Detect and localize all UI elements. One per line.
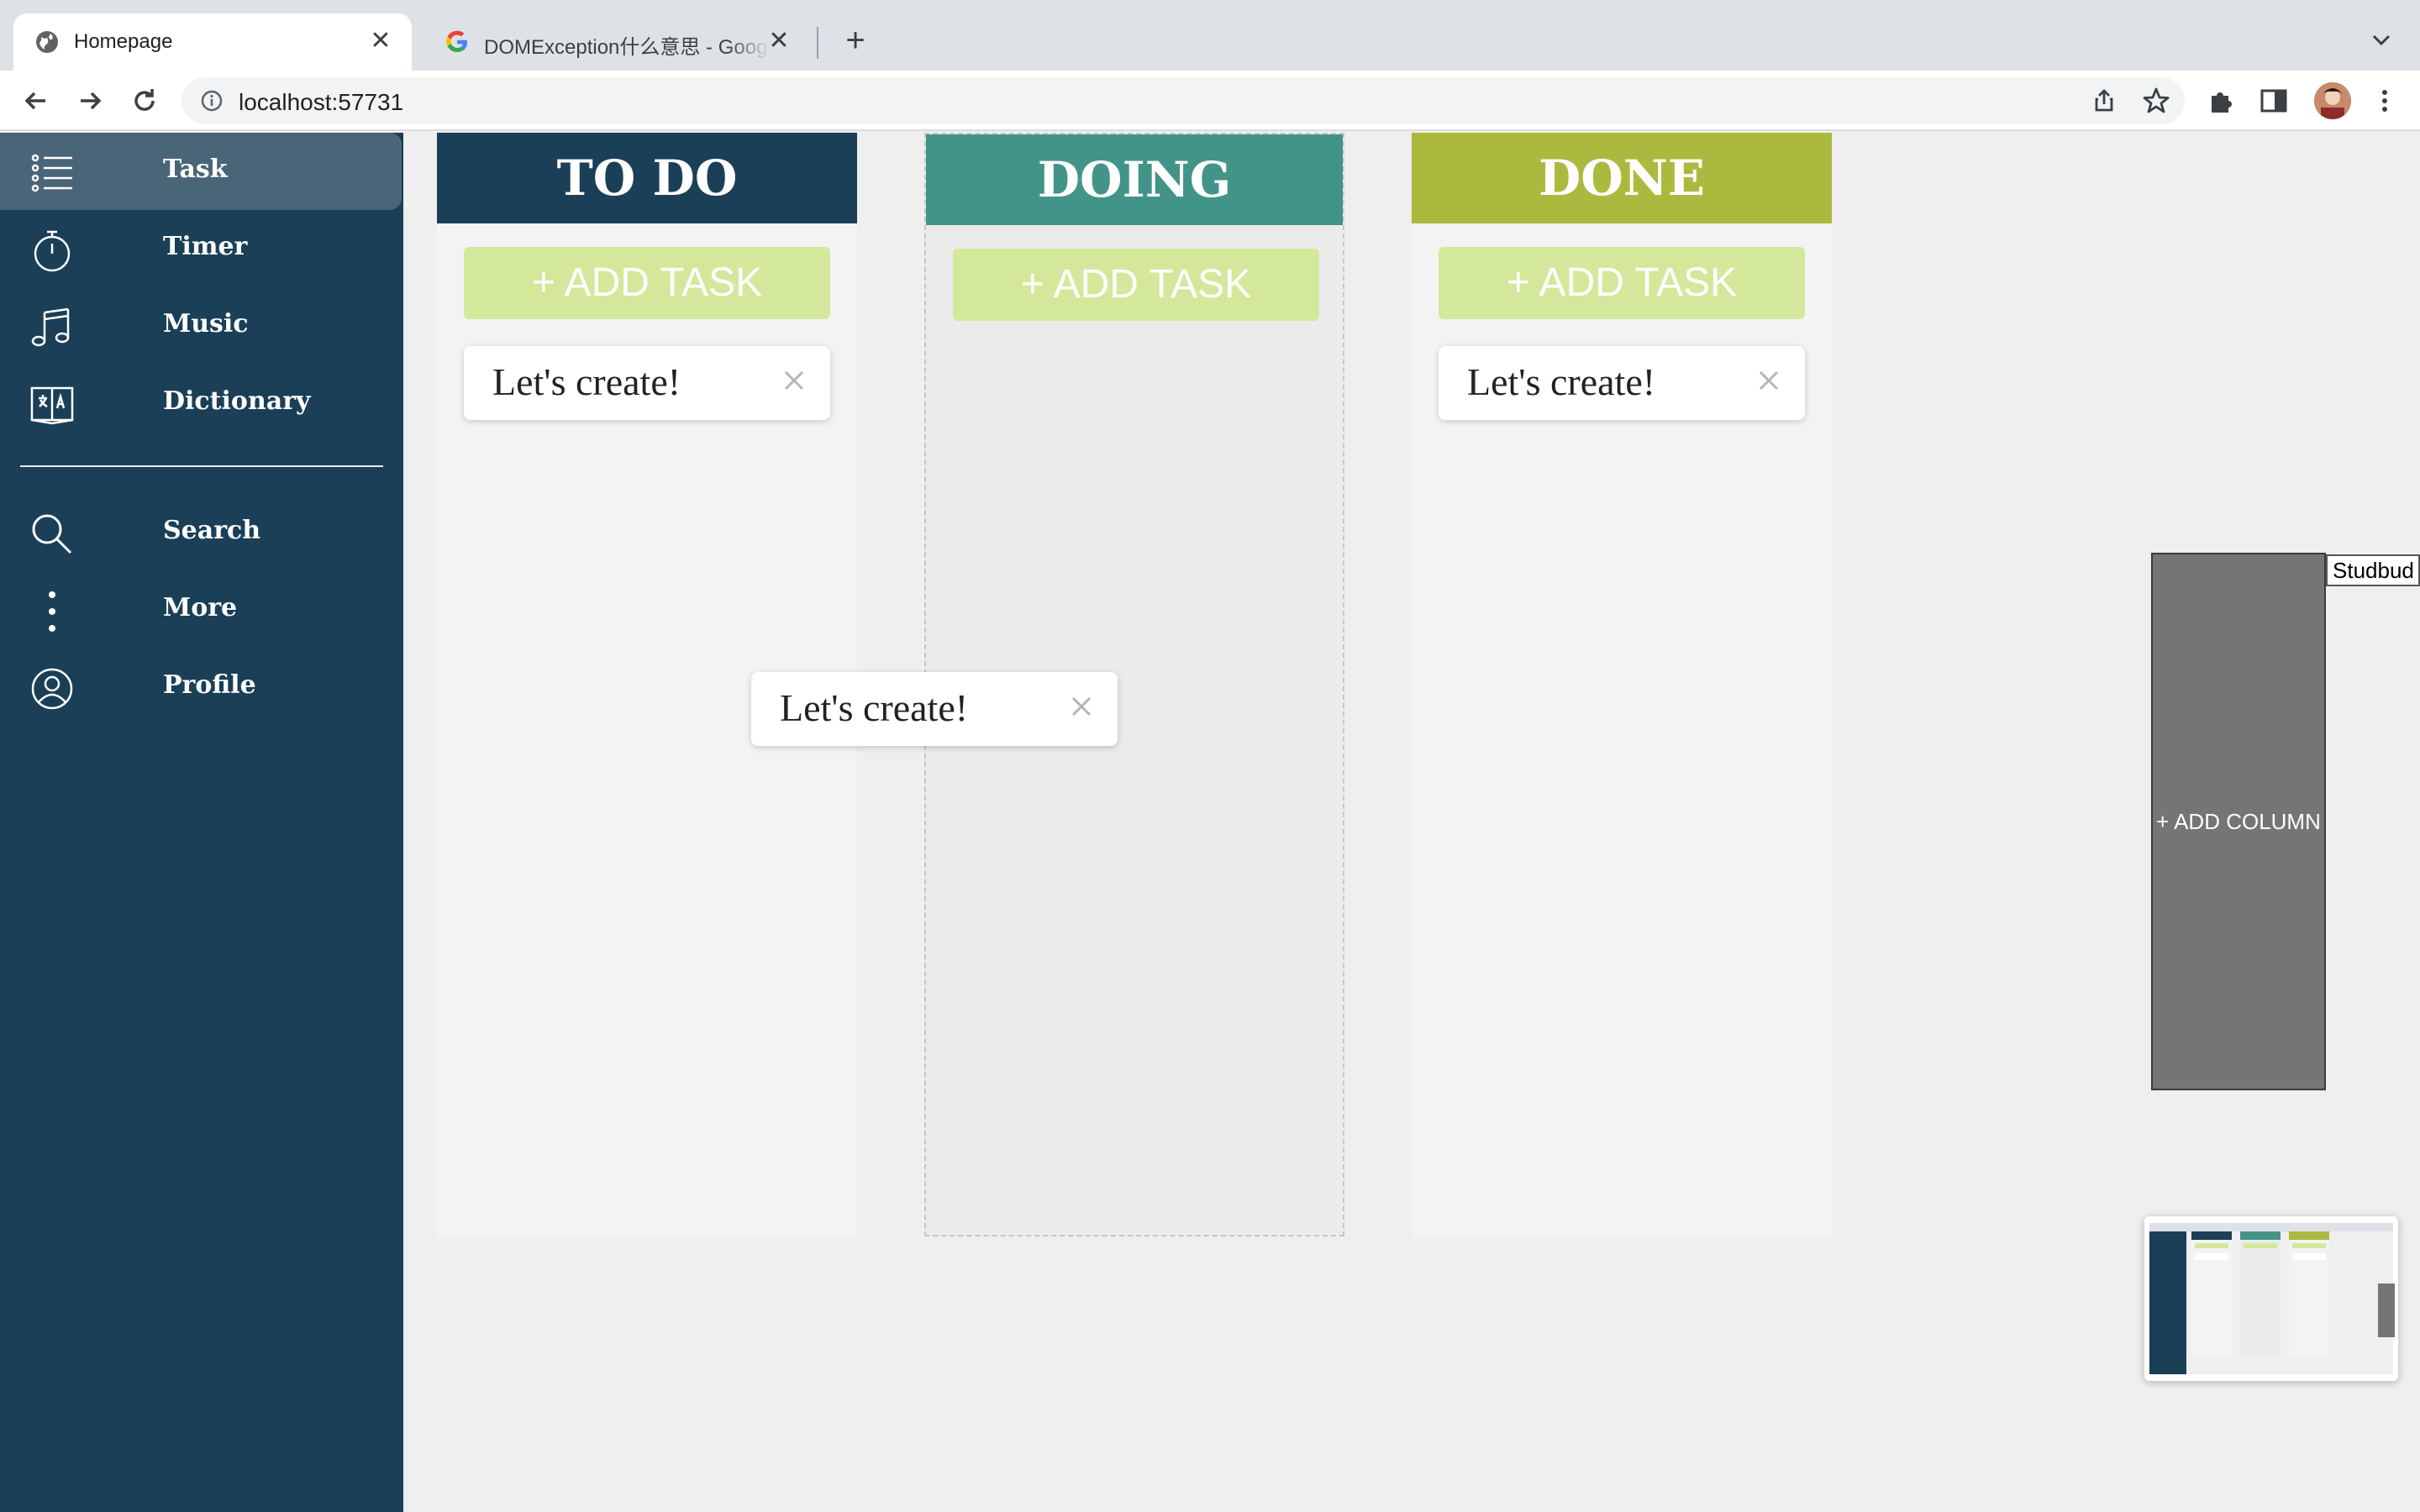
column-title: TO DO [437,133,857,223]
share-icon[interactable] [2091,87,2118,114]
column-done: DONE + ADD TASK Let's create! [1412,133,1832,1236]
sidebar-item-dictionary[interactable]: Dictionary [0,365,403,442]
more-vertical-icon [49,591,55,632]
info-icon[interactable] [200,89,224,113]
sidebar-item-label: Timer [163,232,248,261]
sidebar-item-label: More [163,593,238,622]
google-icon [446,30,467,52]
thumbnail-preview-image [2149,1223,2395,1374]
music-note-icon [31,307,70,347]
task-card[interactable]: Let's create! [464,346,830,420]
sidebar-item-more[interactable]: More [0,571,403,648]
sidebar-item-label: Music [163,309,249,339]
sidebar-item-search[interactable]: Search [0,494,403,571]
add-task-button[interactable]: + ADD TASK [953,249,1319,321]
browser-tab-strip: Homepage ✕ DOMException什么意思 - Google ✕ + [0,0,2420,71]
tab-google-search[interactable]: DOMException什么意思 - Google ✕ [424,13,810,71]
close-icon[interactable] [1069,694,1094,719]
list-icon [31,154,72,192]
browser-menu-icon[interactable] [2368,84,2402,118]
task-card[interactable]: Let's create! [1439,346,1805,420]
tab-title: Homepage [74,30,173,53]
sidebar-item-task[interactable]: Task [0,133,402,210]
sidebar: Task Timer Music Dictionary Search More … [0,133,403,1512]
column-title: DONE [1412,133,1832,223]
avatar[interactable] [2314,82,2351,119]
back-arrow-icon[interactable] [18,84,52,118]
sidebar-divider [20,465,383,467]
task-card-text: Let's create! [1467,360,1656,403]
sidebar-item-label: Task [163,155,228,184]
tab-homepage[interactable]: Homepage ✕ [13,13,412,71]
profile-icon [31,668,73,710]
sidebar-item-label: Dictionary [163,386,311,416]
close-icon[interactable] [781,368,807,393]
sidebar-item-timer[interactable]: Timer [0,210,403,287]
add-task-button[interactable]: + ADD TASK [1439,247,1805,319]
forward-arrow-icon[interactable] [74,84,108,118]
stopwatch-icon [34,230,71,272]
task-card-text: Let's create! [492,360,681,403]
tab-separator [817,27,818,59]
new-tab-button[interactable]: + [837,22,874,59]
reload-icon[interactable] [128,84,161,118]
add-task-button[interactable]: + ADD TASK [464,247,830,319]
globe-icon [36,31,58,53]
screenshot-thumbnail[interactable] [2144,1216,2398,1381]
task-card-text: Let's create! [780,686,969,729]
url-text: localhost:57731 [239,89,404,115]
profile-photo-icon [2314,82,2351,119]
close-icon[interactable] [1756,368,1781,393]
close-tab-icon[interactable]: ✕ [368,29,393,54]
dragging-task-card[interactable]: Let's create! [751,672,1118,746]
sidebar-item-music[interactable]: Music [0,287,403,365]
chevron-down-icon[interactable] [2366,25,2396,55]
side-panel-icon[interactable] [2257,84,2291,118]
extensions-puzzle-icon[interactable] [2205,84,2238,118]
tab-title: DOMException什么意思 - Google [484,36,770,59]
sidebar-item-label: Search [163,516,261,545]
address-bar[interactable]: localhost:57731 [182,77,2185,124]
dictionary-icon [30,386,74,425]
close-tab-icon[interactable]: ✕ [766,29,792,54]
column-title: DOING [926,134,1343,225]
sidebar-item-label: Profile [163,670,256,700]
bookmark-star-icon[interactable] [2141,86,2171,116]
browser-toolbar: localhost:57731 [0,71,2420,131]
studbud-label: Studbud [2326,554,2420,586]
sidebar-item-profile[interactable]: Profile [0,648,403,726]
add-column-button[interactable]: + ADD COLUMN [2151,553,2326,1090]
search-icon [32,514,72,554]
